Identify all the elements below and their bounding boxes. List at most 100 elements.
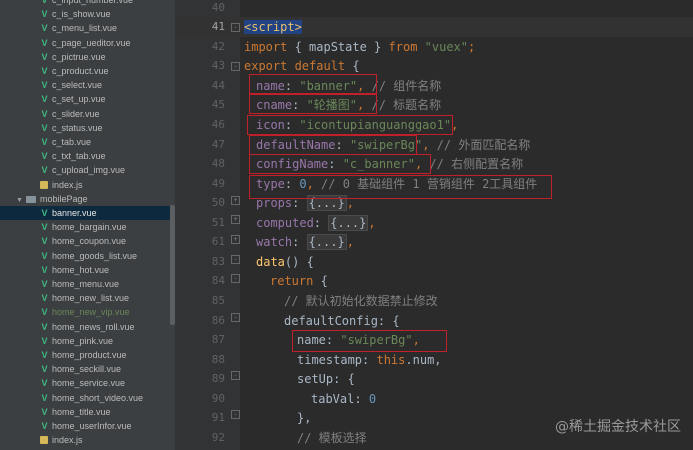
- code-line-51[interactable]: computed: {...},: [256, 213, 376, 233]
- tree-item[interactable]: Vhome_bargain.vue: [0, 220, 175, 234]
- vue-file-icon: V: [41, 122, 48, 133]
- code-line-43[interactable]: export default {: [244, 56, 360, 76]
- vue-file-icon: V: [41, 264, 48, 275]
- tree-item-label: home_hot.vue: [52, 264, 110, 275]
- number-literal: 0: [368, 392, 377, 406]
- line-number: 83: [211, 255, 225, 268]
- tree-item[interactable]: Vc_page_ueditor.vue: [0, 36, 175, 50]
- tree-item-label: home_news_roll.vue: [52, 321, 135, 332]
- tree-item-label: home_seckill.vue: [52, 364, 122, 375]
- tree-item[interactable]: Vhome_pink.vue: [0, 334, 175, 348]
- code-line-41[interactable]: <script>: [244, 17, 302, 37]
- code-line-61[interactable]: watch: {...},: [256, 232, 354, 252]
- tree-item[interactable]: Vhome_new_list.vue: [0, 291, 175, 305]
- fold-marker[interactable]: -: [231, 23, 240, 32]
- tree-item[interactable]: Vc_upload_img.vue: [0, 163, 175, 177]
- script-tag: <script>: [244, 20, 302, 34]
- tree-item-label: c_txt_tab.vue: [52, 151, 106, 162]
- tree-item-label: c_set_up.vue: [52, 94, 106, 105]
- tree-item-label: home_coupon.vue: [52, 236, 127, 247]
- code-comment: // 外面匹配名称: [436, 138, 531, 152]
- code-line-88[interactable]: timestamp: this.num,: [297, 350, 442, 370]
- tree-item[interactable]: Vc_product.vue: [0, 64, 175, 78]
- line-number: 45: [211, 98, 225, 111]
- code-line-91[interactable]: },: [297, 408, 311, 428]
- tree-item-label: c_menu_list.vue: [52, 23, 118, 34]
- vue-file-icon: V: [41, 421, 48, 431]
- watermark: @稀土掘金技术社区: [555, 419, 681, 435]
- tree-item[interactable]: Vhome_hot.vue: [0, 263, 175, 277]
- tree-item[interactable]: Vhome_service.vue: [0, 376, 175, 390]
- code-line-85[interactable]: // 默认初始化数据禁止修改: [284, 291, 438, 311]
- tree-item[interactable]: Vc_input_number.vue: [0, 0, 175, 7]
- code-comment: // 组件名称: [371, 79, 442, 93]
- tree-item[interactable]: Vhome_title.vue: [0, 405, 175, 419]
- tree-item-label: c_tab.vue: [52, 137, 92, 147]
- fold-marker[interactable]: -: [231, 371, 240, 380]
- tree-item[interactable]: Vc_slider.vue: [0, 107, 175, 121]
- property-key: timestamp: [297, 353, 363, 367]
- tree-item[interactable]: Vc_txt_tab.vue: [0, 149, 175, 163]
- tree-item-label: home_product.vue: [52, 350, 127, 360]
- line-number: 43: [211, 59, 225, 72]
- fold-marker[interactable]: -: [231, 410, 240, 419]
- tree-item-label: banner.vue: [52, 208, 97, 218]
- tree-item[interactable]: Vhome_menu.vue: [0, 277, 175, 291]
- vue-file-icon: V: [41, 94, 48, 105]
- tree-item[interactable]: ▼ mobilePage: [0, 192, 175, 206]
- code-line-84[interactable]: return {: [270, 271, 328, 291]
- code-text: : {: [377, 314, 400, 328]
- code-line-92[interactable]: // 模板选择: [297, 428, 367, 448]
- tree-item[interactable]: Vhome_new_vip.vue: [0, 305, 175, 319]
- keyword: import: [244, 40, 288, 54]
- fold-marker[interactable]: +: [231, 235, 240, 244]
- tree-item[interactable]: Vhome_product.vue: [0, 348, 175, 362]
- tree-item[interactable]: Vhome_goods_list.vue: [0, 249, 175, 263]
- fold-marker[interactable]: -: [231, 255, 240, 264]
- tree-item[interactable]: index.js: [0, 433, 175, 447]
- code-text: {: [313, 274, 328, 288]
- tree-item-label: c_product.vue: [52, 66, 109, 76]
- vue-file-icon: V: [41, 0, 48, 5]
- tree-item[interactable]: Vc_select.vue: [0, 78, 175, 92]
- tree-item[interactable]: Vc_set_up.vue: [0, 92, 175, 106]
- tree-item[interactable]: index.js: [0, 178, 175, 192]
- code-comment: // 右侧配置名称: [429, 157, 524, 171]
- tree-item[interactable]: Vhome_coupon.vue: [0, 234, 175, 248]
- code-line-89[interactable]: setUp: {: [297, 369, 355, 389]
- tree-item[interactable]: Vc_is_show.vue: [0, 7, 175, 21]
- tree-item[interactable]: Vhome_userInfor.vue: [0, 419, 175, 433]
- tree-item-label: c_page_ueditor.vue: [52, 37, 131, 48]
- annotation-box: [249, 74, 377, 94]
- tree-item[interactable]: Vhome_short_video.vue: [0, 391, 175, 405]
- tree-item[interactable]: Vc_menu_list.vue: [0, 21, 175, 35]
- vue-file-icon: V: [41, 279, 48, 289]
- code-line-42[interactable]: import { mapState } from "vuex";: [244, 37, 475, 57]
- vue-file-icon: V: [41, 307, 48, 318]
- folded-block[interactable]: {...}: [306, 234, 347, 250]
- tree-item[interactable]: Vhome_seckill.vue: [0, 362, 175, 376]
- punctuation: ;: [468, 40, 476, 54]
- fold-marker[interactable]: +: [231, 215, 240, 224]
- fold-marker[interactable]: -: [231, 313, 240, 322]
- code-comment: // 默认初始化数据禁止修改: [284, 294, 438, 308]
- tree-item[interactable]: Vc_pictrue.vue: [0, 50, 175, 64]
- string-literal: "vuex": [417, 40, 468, 54]
- fold-marker[interactable]: +: [231, 196, 240, 205]
- tree-item-label: home_goods_list.vue: [52, 250, 138, 261]
- annotation-box: [247, 115, 453, 135]
- tree-item[interactable]: Vbanner.vue: [0, 206, 175, 220]
- function-name: data: [256, 255, 285, 269]
- code-line-90[interactable]: tabVal: 0: [311, 389, 376, 409]
- folded-block[interactable]: {...}: [328, 215, 369, 231]
- tree-item[interactable]: Vc_status.vue: [0, 121, 175, 135]
- code-line-83[interactable]: data() {: [256, 252, 314, 272]
- tree-item[interactable]: Vc_tab.vue: [0, 135, 175, 149]
- vue-file-icon: V: [41, 66, 48, 76]
- fold-marker[interactable]: -: [231, 62, 240, 71]
- fold-marker[interactable]: -: [231, 274, 240, 283]
- code-line-86[interactable]: defaultConfig: {: [284, 311, 400, 331]
- tree-item[interactable]: Vhome_news_roll.vue: [0, 320, 175, 334]
- tree-item-label: home_short_video.vue: [52, 392, 144, 403]
- keyword: this: [376, 353, 406, 367]
